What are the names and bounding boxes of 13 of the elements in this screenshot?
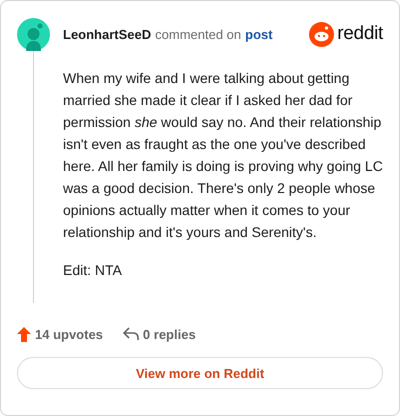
action-text: commented on (155, 26, 242, 42)
view-more-button[interactable]: View more on Reddit (17, 357, 383, 389)
reply-icon[interactable] (122, 327, 139, 341)
avatar-icon (17, 18, 50, 50)
post-link[interactable]: post (245, 26, 273, 42)
alien-logo-icon (309, 22, 334, 46)
comment-text: When my wife and I were talking about getting married she made it clear if I asked her dad for permission she would say no. And their relationship isn't even as fraught as the one you've described here. All her family is doing is proving why going LC was a good decision. There's only 2 people whose opinions actually matter when it comes to your relationship and it's yours and Serenity's. (63, 69, 383, 242)
reply-count: 0 replies (142, 326, 196, 342)
username[interactable]: LeonhartSeeD (63, 26, 152, 42)
comment-text: Edit: NTA (63, 261, 123, 280)
brand-name: reddit (337, 23, 383, 45)
upvote-icon[interactable] (17, 326, 31, 342)
upvote-count: 14 upvotes (35, 326, 103, 342)
